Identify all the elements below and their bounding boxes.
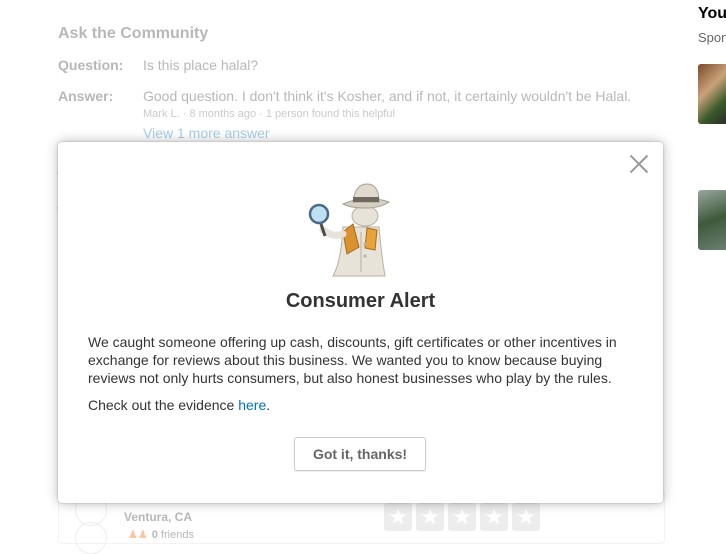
sponsored-thumbnail[interactable]: [698, 64, 726, 124]
star-icon[interactable]: ★: [512, 503, 540, 531]
modal-title: Consumer Alert: [285, 290, 436, 312]
evidence-suffix: .: [266, 397, 271, 413]
question-label: Question:: [58, 57, 124, 73]
friends-label: friends: [160, 529, 194, 541]
evidence-line: Check out the evidence here.: [88, 397, 270, 413]
friends-count: 0: [151, 529, 158, 541]
star-icon[interactable]: ★: [448, 503, 476, 531]
star-icon[interactable]: ★: [384, 503, 412, 531]
answer-meta: Mark L. · 8 months ago · 1 person found …: [143, 108, 395, 120]
answer-label: Answer:: [58, 88, 114, 104]
consumer-alert-modal: Consumer Alert We caught someone offerin…: [58, 142, 663, 503]
detective-illustration-icon: [308, 183, 391, 277]
avatar: [75, 522, 107, 554]
star-rating-selector[interactable]: ★ ★ ★ ★ ★: [384, 503, 540, 531]
got-it-button[interactable]: Got it, thanks!: [294, 437, 426, 471]
sidebar-subtitle: Spon: [698, 30, 726, 45]
question-text: Is this place halal?: [143, 57, 259, 73]
star-icon[interactable]: ★: [416, 503, 444, 531]
sidebar-title: You: [698, 5, 726, 22]
modal-body-text: We caught someone offering up cash, disc…: [88, 334, 617, 386]
close-icon[interactable]: [629, 154, 649, 174]
ask-community-heading: Ask the Community: [58, 25, 209, 42]
star-icon[interactable]: ★: [480, 503, 508, 531]
evidence-link[interactable]: here: [238, 397, 266, 413]
reviewer-friends: ♟♟ 0 friends: [128, 528, 194, 541]
answer-text: Good question. I don't think it's Kosher…: [143, 88, 632, 104]
view-more-answers-link[interactable]: View 1 more answer: [143, 125, 270, 141]
friends-icon: ♟♟: [128, 529, 148, 541]
reviewer-location: Ventura, CA: [124, 510, 193, 524]
sponsored-thumbnail[interactable]: [698, 190, 726, 250]
evidence-prefix: Check out the evidence: [88, 397, 235, 413]
